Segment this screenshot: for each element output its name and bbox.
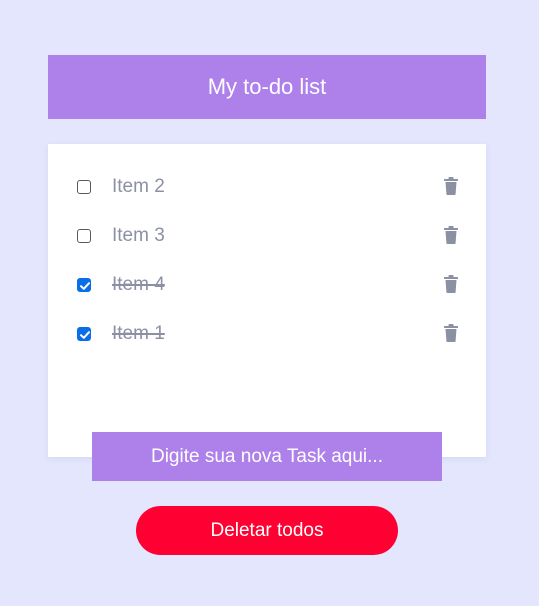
todo-checkbox[interactable] [77,229,91,243]
todo-item: Item 2 [48,172,486,202]
todo-list: Item 2 Item 3 Item 4 Item 1 [48,144,486,457]
trash-icon[interactable] [444,177,458,195]
todo-item: Item 1 [48,319,486,349]
app-header: My to-do list [48,55,486,119]
trash-icon[interactable] [444,275,458,293]
todo-label: Item 3 [112,225,165,246]
todo-item: Item 4 [48,270,486,300]
checkmark-icon [80,331,90,339]
todo-label: Item 1 [112,323,165,344]
checkmark-icon [80,282,90,290]
delete-all-button[interactable]: Deletar todos [136,506,398,555]
new-task-input[interactable]: Digite sua nova Task aqui... [92,432,442,481]
todo-label: Item 2 [112,176,165,197]
trash-icon[interactable] [444,324,458,342]
todo-checkbox[interactable] [77,327,91,341]
todo-item: Item 3 [48,221,486,251]
trash-icon[interactable] [444,226,458,244]
page-title: My to-do list [207,74,327,99]
new-task-placeholder: Digite sua nova Task aqui... [150,445,383,467]
delete-all-label: Deletar todos [210,519,324,541]
todo-checkbox[interactable] [77,180,91,194]
todo-label: Item 4 [112,274,165,295]
todo-checkbox[interactable] [77,278,91,292]
